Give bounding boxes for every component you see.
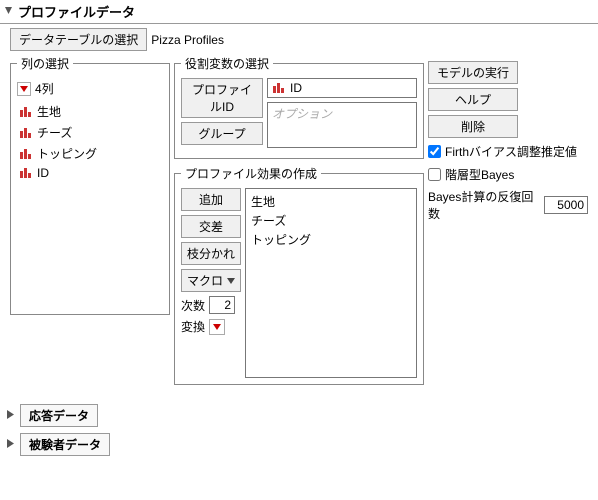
role-variable-group: 役割変数の選択 プロファイルID グループ ID オプション [174,55,424,159]
help-button[interactable]: ヘルプ [428,88,518,111]
iterations-label: Bayes計算の反復回数 [428,188,540,222]
hier-bayes-checkbox[interactable] [428,168,441,181]
column-select-group: 列の選択 4列 生地 チーズ トッピング ID [10,55,170,315]
nominal-icon [19,167,33,179]
effects-list[interactable]: 生地 チーズ トッピング [245,188,417,378]
remove-button[interactable]: 削除 [428,115,518,138]
column-list: 生地 チーズ トッピング ID [17,99,163,184]
actions-panel: モデルの実行 ヘルプ 削除 Firthバイアス調整推定値 階層型Bayes Ba… [428,55,588,222]
column-item-label: トッピング [37,145,97,162]
data-table-name: Pizza Profiles [151,33,224,47]
profile-id-box[interactable]: ID [267,78,417,98]
group-button[interactable]: グループ [181,122,263,145]
role-variable-legend: 役割変数の選択 [181,55,273,72]
cross-button[interactable]: 交差 [181,215,241,238]
column-item[interactable]: トッピング [17,143,163,164]
hier-bayes-label: 階層型Bayes [445,166,514,183]
firth-checkbox[interactable] [428,145,441,158]
profile-data-header: プロファイルデータ [0,0,598,24]
degree-input[interactable] [209,296,235,314]
select-data-table-button[interactable]: データテーブルの選択 [10,28,147,51]
transform-menu[interactable] [209,319,225,335]
degree-label: 次数 [181,297,205,314]
firth-checkbox-row[interactable]: Firthバイアス調整推定値 [428,142,588,161]
effect-item[interactable]: トッピング [251,230,411,249]
nominal-icon [19,106,33,118]
column-select-legend: 列の選択 [17,55,73,72]
transform-label: 変換 [181,318,205,335]
column-count-menu[interactable] [17,82,31,96]
column-item[interactable]: ID [17,164,163,182]
hier-bayes-checkbox-row[interactable]: 階層型Bayes [428,165,588,184]
effect-item[interactable]: 生地 [251,192,411,211]
column-item-label: 生地 [37,103,61,120]
nest-button[interactable]: 枝分かれ [181,242,241,265]
macro-label: マクロ [187,272,223,289]
column-count-label: 4列 [35,80,54,97]
response-data-header[interactable]: 応答データ [20,404,98,427]
column-item-label: チーズ [37,124,72,141]
profile-id-value: ID [290,81,302,95]
nominal-icon [19,127,33,139]
effect-item[interactable]: チーズ [251,211,411,230]
profile-data-title: プロファイルデータ [18,2,135,21]
nominal-icon [19,148,33,160]
run-model-button[interactable]: モデルの実行 [428,61,518,84]
firth-label: Firthバイアス調整推定値 [445,143,577,160]
profile-id-button[interactable]: プロファイルID [181,78,263,118]
disclosure-right-icon[interactable] [6,439,16,451]
nominal-icon [272,82,286,94]
group-box[interactable]: オプション [267,102,417,148]
column-item-label: ID [37,166,49,180]
column-item[interactable]: 生地 [17,101,163,122]
column-item[interactable]: チーズ [17,122,163,143]
add-button[interactable]: 追加 [181,188,241,211]
group-placeholder: オプション [272,105,332,122]
chevron-down-icon [227,277,235,285]
macro-button[interactable]: マクロ [181,269,241,292]
profile-effects-group: プロファイル効果の作成 追加 交差 枝分かれ マクロ 次数 変換 [174,165,424,385]
disclosure-right-icon[interactable] [6,410,16,422]
iterations-input[interactable] [544,196,588,214]
subject-data-header[interactable]: 被験者データ [20,433,110,456]
profile-effects-legend: プロファイル効果の作成 [181,165,321,182]
disclosure-triangle-icon[interactable] [4,6,14,18]
